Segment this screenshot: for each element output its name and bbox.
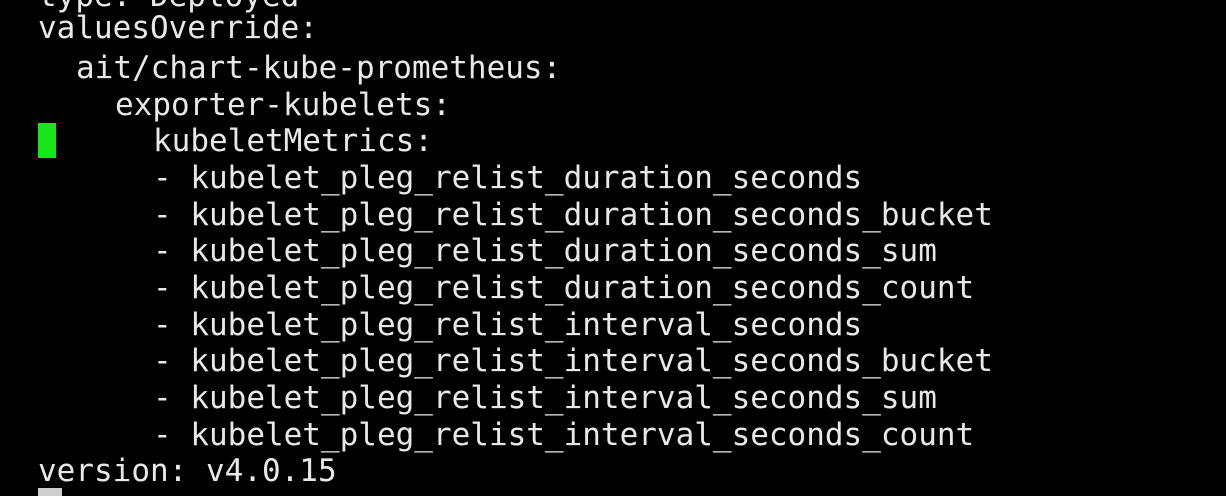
- metric-list-item: - kubelet_pleg_relist_interval_seconds_s…: [153, 380, 937, 416]
- metric-list-item: - kubelet_pleg_relist_interval_seconds_b…: [153, 343, 993, 379]
- metric-list-item: - kubelet_pleg_relist_duration_seconds: [153, 160, 863, 196]
- metric-list-item: - kubelet_pleg_relist_duration_seconds_s…: [153, 233, 937, 269]
- yaml-key-chart-kube-prometheus: ait/chart-kube-prometheus:: [76, 50, 562, 86]
- metric-list-item: - kubelet_pleg_relist_duration_seconds_c…: [153, 270, 975, 306]
- metric-list-item: - kubelet_pleg_relist_interval_seconds: [153, 307, 863, 343]
- yaml-key-values-override: valuesOverride:: [38, 10, 318, 46]
- terminal-window[interactable]: type: Deployed valuesOverride: ait/chart…: [0, 0, 1226, 496]
- metric-list-item: - kubelet_pleg_relist_duration_seconds_b…: [153, 197, 993, 233]
- metric-list-item: - kubelet_pleg_relist_interval_seconds_c…: [153, 417, 975, 453]
- yaml-key-exporter-kubelets: exporter-kubelets:: [115, 87, 451, 123]
- yaml-key-kubelet-metrics: kubeletMetrics:: [153, 123, 433, 159]
- yaml-key-version: version: v4.0.15: [38, 453, 337, 489]
- partial-next-line-fragment: [38, 488, 62, 496]
